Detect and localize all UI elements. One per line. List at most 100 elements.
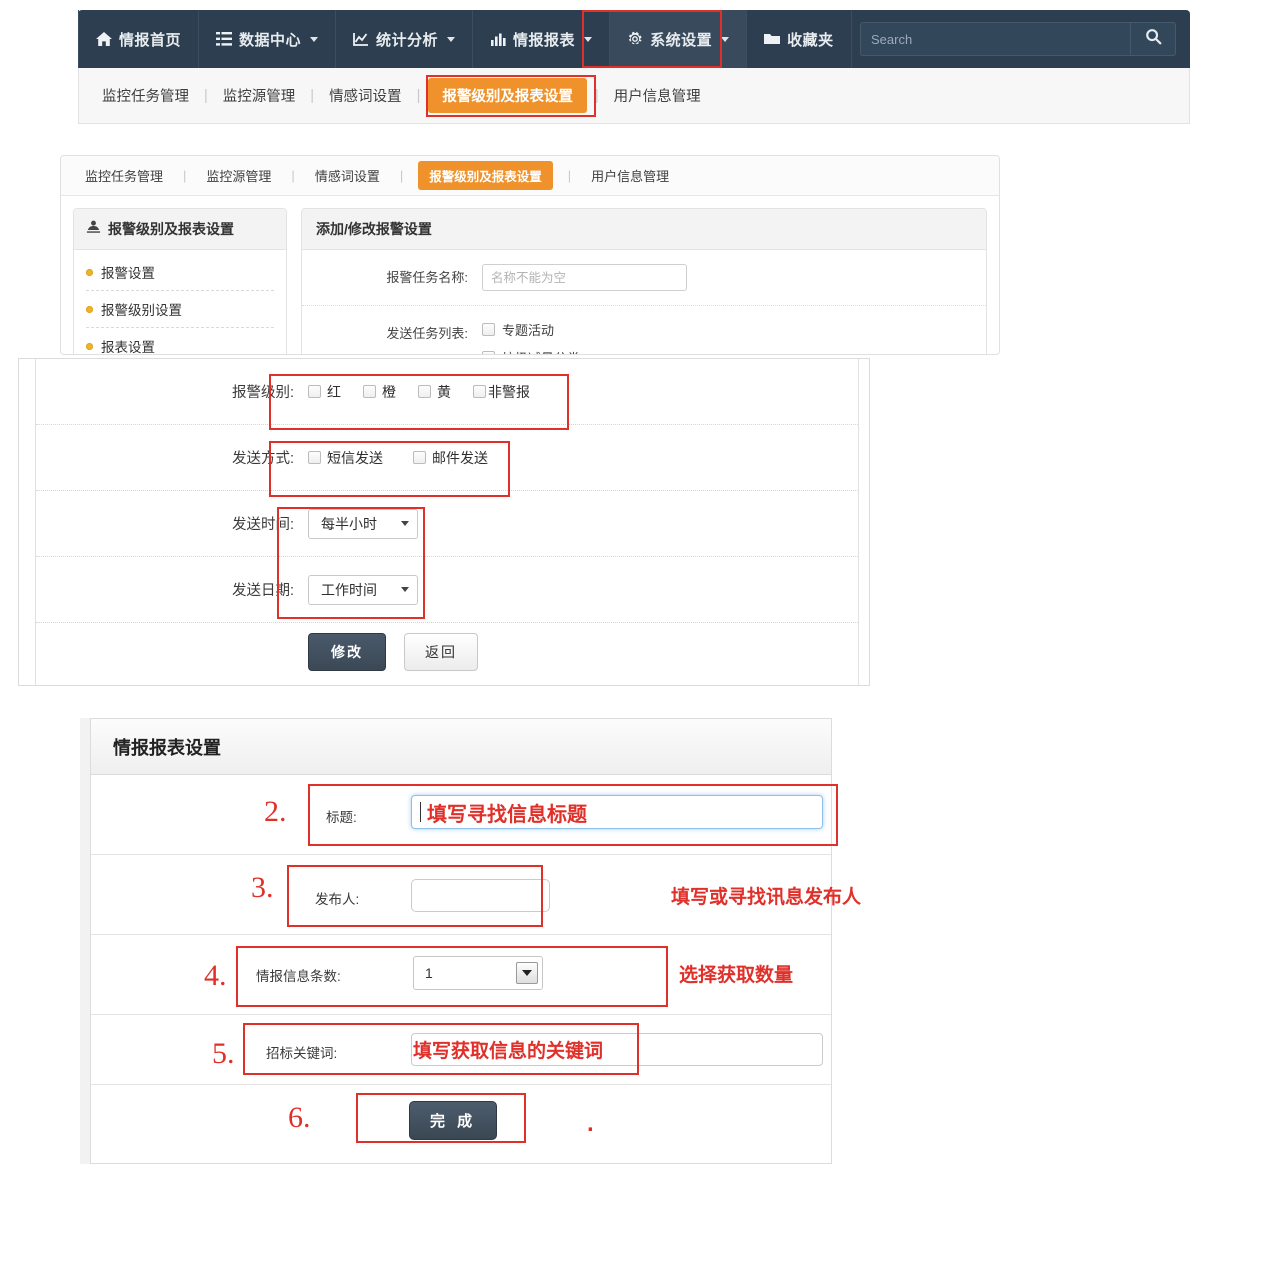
send-method-checkbox-group: 短信发送 邮件发送 [308,448,488,468]
report-publisher-input[interactable] [411,879,550,912]
subtab-user-info[interactable]: 用户信息管理 [601,85,714,106]
send-time-select[interactable]: 每半小时 [308,508,418,539]
checkbox-row-non-alarm[interactable]: 非警报 [473,382,530,402]
panel-main: 添加/修改报警设置 报警任务名称: 名称不能为空 发送任务列表: 专题活动 [301,208,987,354]
report-title-value: 填写寻找信息标题 [427,803,587,826]
step-number-2: 2. [264,795,287,828]
nav-item-data-center[interactable]: 数据中心 [199,10,337,68]
nav-label-statistics: 统计分析 [376,31,439,49]
panel-subtab-monitor-task[interactable]: 监控任务管理 [75,166,173,185]
form-row-send-method: 发送方式: 短信发送 邮件发送 [36,425,858,491]
checkbox-label: 短信发送 [327,449,383,466]
nav-item-home[interactable]: 情报首页 [78,10,200,68]
send-date-select[interactable]: 工作时间 [308,574,418,605]
nav-item-favorites[interactable]: 收藏夹 [747,10,852,68]
checkbox-label: 橙 [382,383,396,400]
list-icon [216,31,233,47]
report-hint-keyword: 填写获取信息的关键词 [413,1041,604,1062]
nav-item-reports[interactable]: 情报报表 [473,10,611,68]
submit-button[interactable]: 修改 [308,633,386,671]
checkbox-row-waste-reduction[interactable]: 垃圾减量分类 [482,348,580,354]
send-date-field: 工作时间 [308,574,418,605]
nav-label-reports: 情报报表 [513,31,576,49]
subtab-separator: | [399,168,404,183]
checkbox-icon[interactable] [418,385,431,398]
checkbox-row-email[interactable]: 邮件发送 [413,448,488,468]
step-number-5: 5. [212,1037,235,1070]
trailing-period-mark: . [587,1110,594,1137]
settings-panel-screenshot: 监控任务管理 | 监控源管理 | 情感词设置 | 报警级别及报表设置 | 用户信… [60,155,1000,355]
form-row-alarm-level: 报警级别: 红 橙 黄 非警报 [36,359,858,425]
search-input[interactable] [860,22,1130,56]
subtab-separator: | [594,87,599,104]
checkbox-icon[interactable] [308,451,321,464]
checkbox-row-yellow[interactable]: 黄 [418,382,451,402]
checkbox-row-topic-activity[interactable]: 专题活动 [482,320,580,339]
chevron-down-icon [721,36,730,42]
report-label-title: 标题: [326,810,357,825]
checkbox-icon[interactable] [473,385,486,398]
sidebar-item-label: 报警级别设置 [101,303,182,318]
report-hint-publisher: 填写或寻找讯息发布人 [671,887,862,908]
report-settings-card: 情报报表设置 2. 标题: 填写寻找信息标题 3. 发布人: 填写或寻找讯息发布… [90,718,861,1164]
nav-item-system-settings[interactable]: 系统设置 [610,10,748,68]
subtab-separator: | [291,168,295,183]
sub-tab-bar: 监控任务管理 | 监控源管理 | 情感词设置 | 报警级别及报表设置 | 用户信… [78,68,1190,124]
sidebar-item-alarm-level-settings[interactable]: 报警级别设置 [86,291,274,328]
alarm-settings-screenshot: 报警级别: 红 橙 黄 非警报 发送方式: 短信发送 邮件发送 发送时间: 每半… [18,358,870,686]
dropdown-arrow-icon[interactable] [516,962,538,984]
panel-subtab-alarm-level-report[interactable]: 报警级别及报表设置 [418,161,553,190]
checkbox-icon[interactable] [482,323,495,336]
nav-item-statistics[interactable]: 统计分析 [336,10,474,68]
report-label-publisher: 发布人: [315,892,360,907]
form-label-send-date: 发送日期: [231,583,294,599]
main-navbar: 情报首页 数据中心 统计分析 情报报表 系统设置 收藏夹 Search [78,10,1190,68]
sidebar-header: 报警级别及报表设置 [74,209,286,250]
task-name-input[interactable]: 名称不能为空 [482,264,687,291]
chevron-down-icon [447,36,456,42]
checkbox-icon[interactable] [308,385,321,398]
subtab-sentiment-words[interactable]: 情感词设置 [316,85,415,106]
checkbox-label: 红 [327,383,341,400]
checkbox-label: 垃圾减量分类 [502,348,580,354]
form-row-send-date: 发送日期: 工作时间 [36,557,858,623]
report-label-keyword: 招标关键词: [266,1046,338,1061]
checkbox-icon[interactable] [482,351,495,354]
checkbox-row-sms[interactable]: 短信发送 [308,448,383,468]
subtab-separator: | [567,168,572,183]
subtab-monitor-source[interactable]: 监控源管理 [210,85,309,106]
report-hint-count: 选择获取数量 [679,965,794,986]
search-button[interactable] [1130,22,1176,56]
form-row-actions: 修改 返回 [36,623,858,681]
panel-subtab-user-info[interactable]: 用户信息管理 [581,166,679,185]
checkbox-row-orange[interactable]: 橙 [363,382,396,402]
report-count-select[interactable]: 1 [413,956,543,990]
checkbox-icon[interactable] [363,385,376,398]
form-label-send-task-list: 发送任务列表: [386,326,468,341]
sidebar-item-report-settings[interactable]: 报表设置 [86,328,274,354]
panel-sidebar: 报警级别及报表设置 报警设置 报警级别设置 报表设置 [73,208,287,354]
checkbox-icon[interactable] [413,451,426,464]
form-label-alarm-level: 报警级别: [231,385,294,401]
form-row-send-task-list: 发送任务列表: 专题活动 垃圾减量分类 [302,306,986,354]
panel-subtab-sentiment-words[interactable]: 情感词设置 [305,166,390,185]
checkbox-row-red[interactable]: 红 [308,382,341,402]
sidebar-item-alarm-settings[interactable]: 报警设置 [86,254,274,291]
subtab-separator: | [204,87,208,104]
chevron-down-icon [584,36,593,42]
navbar-spacer [852,10,860,68]
report-label-count: 情报信息条数: [256,969,341,984]
alarm-settings-form: 报警级别: 红 橙 黄 非警报 发送方式: 短信发送 邮件发送 发送时间: 每半… [35,359,859,685]
form-label-task-name: 报警任务名称: [386,270,468,285]
report-title-input[interactable]: 填写寻找信息标题 [411,795,823,829]
gear-icon [627,31,643,47]
subtab-monitor-task[interactable]: 监控任务管理 [89,85,202,106]
subtab-alarm-level-report[interactable]: 报警级别及报表设置 [428,78,587,113]
finish-button[interactable]: 完 成 [409,1101,498,1140]
back-button[interactable]: 返回 [404,633,478,671]
nav-label-system-settings: 系统设置 [650,31,713,49]
panel-subtab-monitor-source[interactable]: 监控源管理 [196,166,281,185]
report-row-publisher: 3. 发布人: 填写或寻找讯息发布人 [91,855,861,935]
subtab-separator: | [183,168,187,183]
search-icon [1145,28,1162,50]
